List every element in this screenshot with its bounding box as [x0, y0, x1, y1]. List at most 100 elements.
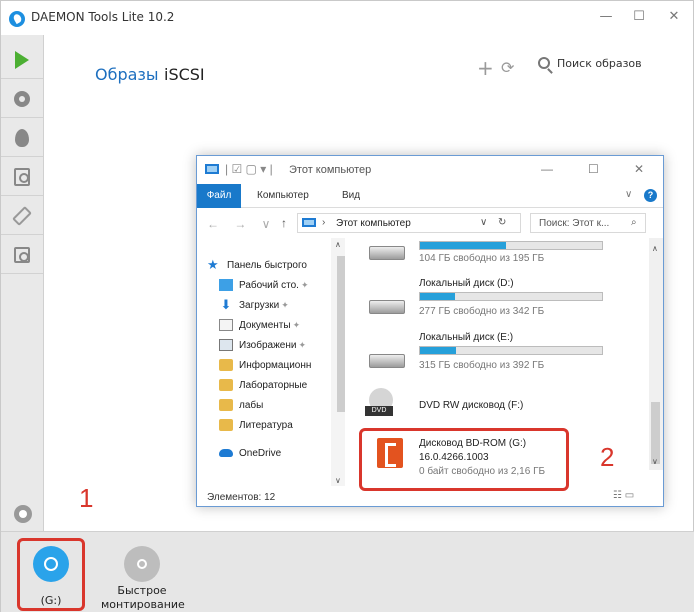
star-icon: ★	[207, 257, 219, 272]
pin-icon[interactable]: ✦	[293, 320, 301, 331]
quick-mount-label: Быстрое монтирование	[101, 584, 185, 611]
explorer-ribbon: Файл Компьютер Вид ∨ ?	[197, 184, 663, 208]
nav-item-quick-access[interactable]: ★ Панель быстрого	[207, 256, 307, 274]
sidebar-item-drive[interactable]	[1, 236, 43, 274]
navigation-pane: ★ Панель быстрого Рабочий сто. ✦ ⬇ Загру…	[197, 238, 345, 486]
disc-icon	[14, 90, 30, 107]
help-icon[interactable]: ?	[644, 189, 657, 202]
nav-item-label: Лабораторные	[239, 379, 308, 391]
sidebar-item-burn[interactable]	[1, 119, 43, 157]
scroll-up-icon[interactable]: ∧	[335, 240, 341, 249]
nav-item-label: Загрузки	[239, 299, 280, 311]
nav-pane-scroll-thumb[interactable]	[337, 256, 345, 412]
nav-item-label: Изображени	[239, 339, 297, 351]
sidebar-item-usb[interactable]	[1, 197, 43, 235]
maximize-button[interactable]: ☐	[631, 9, 647, 25]
scroll-down-icon[interactable]: ∨	[652, 457, 658, 466]
quick-mount-button[interactable]: Быстрое монтирование	[101, 538, 185, 611]
hdd-icon	[14, 167, 30, 186]
nav-item-label: Панель быстрого	[227, 259, 307, 271]
back-forward-buttons[interactable]: ← → ∨	[207, 217, 276, 231]
nav-item-label: Рабочий сто.	[239, 279, 299, 291]
callout-number-1: 1	[79, 483, 94, 513]
refresh-icon[interactable]: ↻	[498, 217, 506, 228]
up-button[interactable]: ↑	[281, 216, 287, 230]
address-path[interactable]: Этот компьютер	[336, 218, 411, 229]
drive-usage-bar	[419, 241, 603, 250]
drive-usage-bar	[419, 292, 603, 301]
sidebar-item-mount[interactable]	[1, 41, 43, 79]
tab-images[interactable]: Образы	[95, 65, 159, 84]
explorer-minimize-button[interactable]: —	[541, 162, 553, 176]
nav-item-documents[interactable]: Документы ✦	[219, 316, 300, 334]
nav-item-label: Информационн	[239, 359, 312, 371]
scroll-up-icon[interactable]: ∧	[652, 244, 658, 253]
chevron-down-icon[interactable]: ∨	[625, 189, 632, 200]
nav-item-desktop[interactable]: Рабочий сто. ✦	[219, 276, 308, 294]
nav-item-folder[interactable]: Литература	[219, 416, 293, 434]
add-image-button[interactable]: +	[477, 56, 494, 80]
nav-item-onedrive[interactable]: OneDrive	[219, 444, 281, 462]
content-scroll-thumb[interactable]	[651, 402, 660, 464]
nav-item-folder[interactable]: Лабораторные	[219, 376, 307, 394]
drive-usage-fill	[420, 293, 455, 300]
play-icon	[15, 50, 29, 69]
explorer-title-bar: | ☑ ▢ ▾ | Этот компьютер — ☐ ✕	[197, 156, 663, 184]
quick-mount-disc-icon	[124, 546, 160, 582]
pin-icon[interactable]: ✦	[281, 300, 289, 311]
view-mode-icons[interactable]: ☷ ▭	[613, 490, 634, 501]
nav-item-label: Литература	[239, 419, 293, 431]
sidebar-item-images[interactable]	[1, 80, 43, 118]
explorer-maximize-button[interactable]: ☐	[588, 162, 599, 176]
search-placeholder: Поиск: Этот к...	[539, 218, 610, 229]
pictures-icon	[219, 339, 233, 351]
nav-item-label: Документы	[239, 319, 291, 331]
tab-view[interactable]: Вид	[342, 190, 360, 201]
flame-icon	[15, 128, 29, 147]
folder-icon	[219, 359, 233, 371]
pin-icon[interactable]: ✦	[301, 280, 309, 291]
drive-free-space: 315 ГБ свободно из 392 ГБ	[419, 360, 545, 371]
nav-item-folder[interactable]: лабы	[219, 396, 263, 414]
address-bar[interactable]: › Этот компьютер ∨ ↻	[297, 213, 521, 233]
drive-name: Локальный диск (D:)	[419, 278, 514, 289]
folder-icon	[219, 419, 233, 431]
highlight-box-drive	[17, 538, 85, 611]
title-bar: DAEMON Tools Lite 10.2 — ☐ ✕	[1, 1, 693, 35]
daemon-logo-icon	[9, 11, 25, 27]
refresh-button[interactable]: ⟳	[501, 58, 514, 77]
computer-icon	[302, 218, 316, 227]
tab-iscsi[interactable]: iSCSI	[164, 65, 205, 84]
search-icon[interactable]	[538, 57, 550, 69]
tab-file[interactable]: Файл	[197, 184, 241, 208]
search-images-button[interactable]: Поиск образов	[557, 57, 642, 70]
nav-item-pictures[interactable]: Изображени ✦	[219, 336, 306, 354]
nav-item-folder[interactable]: Информационн	[219, 356, 311, 374]
address-dropdown-icon[interactable]: ∨	[480, 217, 487, 228]
callout-number-2: 2	[600, 442, 615, 472]
explorer-search-input[interactable]: Поиск: Этот к... ⌕	[530, 213, 646, 233]
explorer-title: Этот компьютер	[289, 164, 372, 176]
onedrive-icon	[219, 449, 233, 457]
tab-computer[interactable]: Компьютер	[257, 190, 309, 201]
search-icon: ⌕	[631, 217, 637, 228]
sidebar-item-virtual-hdd[interactable]	[1, 158, 43, 196]
app-title: DAEMON Tools Lite 10.2	[31, 10, 175, 24]
chevron-right-icon[interactable]: ›	[322, 217, 325, 228]
drive-free-space: 104 ГБ свободно из 195 ГБ	[419, 253, 545, 264]
scroll-down-icon[interactable]: ∨	[335, 476, 341, 485]
close-button[interactable]: ✕	[666, 9, 682, 25]
status-bar-text: Элементов: 12	[207, 492, 276, 503]
usb-icon	[12, 205, 32, 226]
explorer-close-button[interactable]: ✕	[634, 162, 644, 176]
drive-usage-fill	[420, 242, 506, 249]
nav-item-downloads[interactable]: ⬇ Загрузки ✦	[219, 296, 289, 314]
hdd-icon	[369, 246, 405, 260]
drive-name: DVD RW дисковод (F:)	[419, 400, 524, 411]
folder-icon	[219, 399, 233, 411]
gear-icon[interactable]	[14, 505, 32, 523]
minimize-button[interactable]: —	[598, 9, 614, 25]
quick-access-toolbar[interactable]: | ☑ ▢ ▾ |	[225, 162, 273, 176]
pin-icon[interactable]: ✦	[298, 340, 306, 351]
hdd-icon	[369, 300, 405, 314]
